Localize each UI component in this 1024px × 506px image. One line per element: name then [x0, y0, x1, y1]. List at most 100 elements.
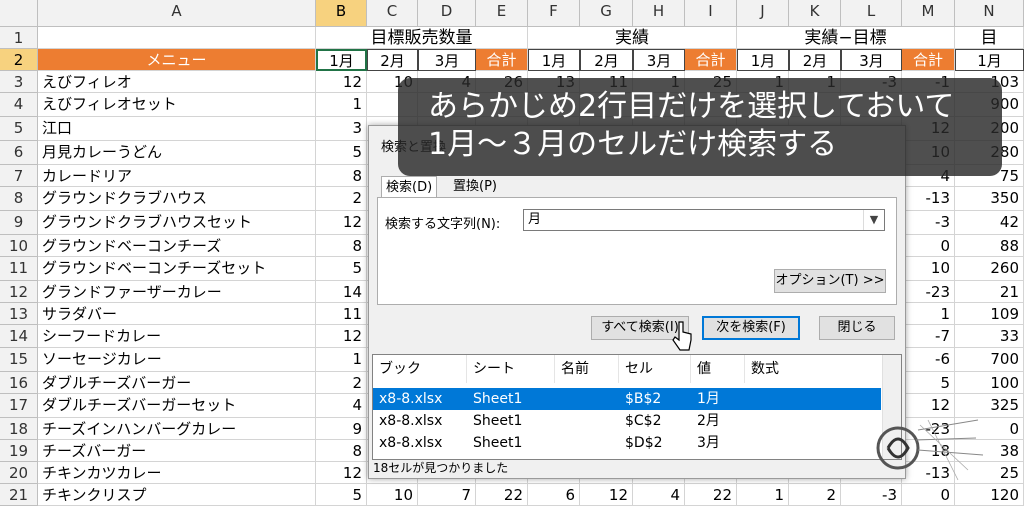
menu-name-cell[interactable]: チキンカツカレー [38, 462, 316, 484]
data-cell[interactable]: 2 [316, 372, 367, 394]
column-header-i[interactable]: I [685, 0, 737, 27]
row-header[interactable]: 21 [0, 484, 38, 506]
data-cell[interactable]: 8 [316, 440, 367, 462]
data-cell[interactable]: 700 [955, 348, 1024, 372]
data-cell[interactable]: 8 [316, 165, 367, 187]
tab-find[interactable]: 検索(D) [381, 176, 438, 198]
col-header-formula[interactable]: 数式 [745, 355, 883, 383]
month-header-cell[interactable]: 3月 [841, 49, 902, 71]
data-cell[interactable]: 5 [316, 484, 367, 506]
select-all-corner[interactable] [0, 0, 38, 27]
close-button[interactable]: 閉じる [819, 316, 895, 340]
data-cell[interactable]: 1 [737, 484, 789, 506]
menu-name-cell[interactable]: えびフィレオ [38, 71, 316, 93]
options-button[interactable]: オプション(T) >> [774, 269, 886, 293]
data-cell[interactable]: 88 [955, 235, 1024, 257]
data-cell[interactable]: 14 [316, 281, 367, 303]
col-header-book[interactable]: ブック [373, 355, 467, 383]
column-header-l[interactable]: L [841, 0, 902, 27]
data-cell[interactable]: 12 [316, 211, 367, 235]
menu-name-cell[interactable]: チキンクリスプ [38, 484, 316, 506]
data-cell[interactable]: 1 [316, 93, 367, 117]
month-header-cell[interactable]: 1月 [528, 49, 580, 71]
menu-name-cell[interactable]: ダブルチーズバーガー [38, 372, 316, 394]
row-header[interactable]: 16 [0, 372, 38, 394]
data-cell[interactable]: -13 [902, 187, 955, 211]
menu-name-cell[interactable]: カレードリア [38, 165, 316, 187]
month-header-cell[interactable]: 2月 [789, 49, 841, 71]
col-header-sheet[interactable]: シート [467, 355, 555, 383]
data-cell[interactable]: 109 [955, 303, 1024, 325]
result-row[interactable]: x8-8.xlsx Sheet1 $D$2 3月 [373, 432, 881, 454]
data-cell[interactable]: -6 [902, 348, 955, 372]
row-header[interactable]: 6 [0, 141, 38, 165]
data-cell[interactable]: 12 [316, 462, 367, 484]
row-header[interactable]: 1 [0, 27, 38, 49]
data-cell[interactable]: 5 [316, 141, 367, 165]
column-header-c[interactable]: C [367, 0, 418, 27]
data-cell[interactable]: 4 [316, 394, 367, 418]
data-cell[interactable]: 6 [528, 484, 580, 506]
result-row[interactable]: x8-8.xlsx Sheet1 $C$2 2月 [373, 410, 881, 432]
col-header-value[interactable]: 値 [691, 355, 745, 383]
group-header-diff[interactable]: 実績−目標 [737, 27, 955, 49]
data-cell[interactable]: 11 [316, 303, 367, 325]
data-cell[interactable]: 12 [580, 484, 633, 506]
menu-name-cell[interactable]: グランドファーザーカレー [38, 281, 316, 303]
month-header-cell[interactable]: 2月 [367, 49, 418, 71]
find-next-button[interactable]: 次を検索(F) [702, 316, 800, 340]
column-header-k[interactable]: K [789, 0, 841, 27]
month-header-cell[interactable]: 3月 [418, 49, 476, 71]
month-header-cell[interactable]: 1月 [955, 49, 1024, 71]
data-cell[interactable]: 350 [955, 187, 1024, 211]
group-header-next[interactable]: 目 [955, 27, 1024, 49]
group-header-actual[interactable]: 実績 [528, 27, 737, 49]
menu-name-cell[interactable]: ソーセージカレー [38, 348, 316, 372]
row-header[interactable]: 3 [0, 71, 38, 93]
row-header[interactable]: 5 [0, 117, 38, 141]
month-header-cell[interactable]: 合計 [476, 49, 528, 71]
menu-header-cell[interactable]: メニュー [38, 49, 316, 71]
data-cell[interactable]: 7 [418, 484, 476, 506]
row-header[interactable]: 11 [0, 257, 38, 281]
data-cell[interactable]: 4 [633, 484, 685, 506]
column-header-e[interactable]: E [476, 0, 528, 27]
data-cell[interactable]: -23 [902, 281, 955, 303]
data-cell[interactable]: 10 [902, 257, 955, 281]
row-header[interactable]: 20 [0, 462, 38, 484]
menu-name-cell[interactable]: チーズインハンバーグカレー [38, 418, 316, 440]
column-header-m[interactable]: M [902, 0, 955, 27]
column-header-f[interactable]: F [528, 0, 580, 27]
column-header-d[interactable]: D [418, 0, 476, 27]
find-what-input[interactable]: 月 ▼ [523, 209, 885, 231]
month-header-cell[interactable]: 合計 [902, 49, 955, 71]
month-header-cell[interactable]: 3月 [633, 49, 685, 71]
menu-name-cell[interactable]: えびフィレオセット [38, 93, 316, 117]
data-cell[interactable]: 22 [685, 484, 737, 506]
menu-name-cell[interactable]: ダブルチーズバーガーセット [38, 394, 316, 418]
data-cell[interactable]: -7 [902, 325, 955, 348]
results-list[interactable]: ブック シート 名前 セル 値 数式 x8-8.xlsx Sheet1 $B$2… [372, 354, 902, 460]
column-header-a[interactable]: A [38, 0, 316, 27]
data-cell[interactable]: 9 [316, 418, 367, 440]
data-cell[interactable]: 1 [902, 303, 955, 325]
row-header[interactable]: 13 [0, 303, 38, 325]
menu-name-cell[interactable]: 江口 [38, 117, 316, 141]
row-header[interactable]: 15 [0, 348, 38, 372]
menu-name-cell[interactable]: グラウンドクラブハウスセット [38, 211, 316, 235]
row-header[interactable]: 12 [0, 281, 38, 303]
data-cell[interactable]: 0 [902, 235, 955, 257]
col-header-name[interactable]: 名前 [555, 355, 619, 383]
row-header[interactable]: 4 [0, 93, 38, 117]
menu-name-cell[interactable]: グラウンドクラブハウス [38, 187, 316, 211]
menu-name-cell[interactable]: サラダバー [38, 303, 316, 325]
menu-name-cell[interactable]: グラウンドベーコンチーズ [38, 235, 316, 257]
data-cell[interactable]: 12 [316, 325, 367, 348]
row-header[interactable]: 2 [0, 49, 38, 71]
month-header-cell[interactable]: 2月 [580, 49, 633, 71]
data-cell[interactable]: 12 [316, 71, 367, 93]
menu-name-cell[interactable]: 月見カレーうどん [38, 141, 316, 165]
menu-name-cell[interactable]: チーズバーガー [38, 440, 316, 462]
data-cell[interactable]: 21 [955, 281, 1024, 303]
column-header-g[interactable]: G [580, 0, 633, 27]
